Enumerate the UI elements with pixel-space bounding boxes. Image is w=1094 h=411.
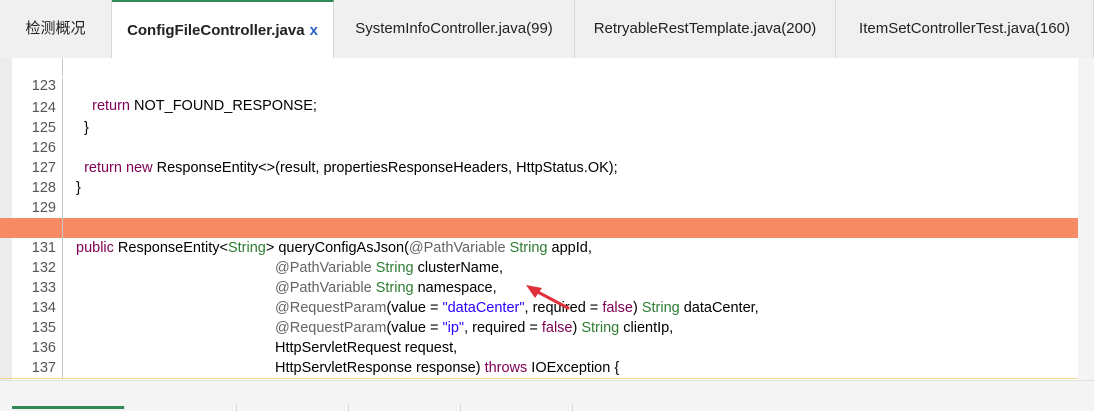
tab-label: RetryableRestTemplate.java(200) xyxy=(593,20,817,37)
vertical-scrollbar[interactable] xyxy=(1078,58,1094,380)
code-line[interactable]: 127 } xyxy=(0,138,1094,196)
tab-bar: 检测概况 ConfigFileController.java x SystemIn… xyxy=(0,0,1094,59)
code-line[interactable]: 123 return NOT_FOUND_RESPONSE; xyxy=(0,58,1094,114)
code-line[interactable]: 136 HttpServletResponse response) throws… xyxy=(0,318,1094,376)
tab-overview[interactable]: 检测概况 xyxy=(0,0,112,58)
bottom-tab[interactable] xyxy=(348,405,461,411)
code-line[interactable]: 130 public ResponseEntity<String> queryC… xyxy=(0,198,1094,256)
code-line[interactable]: 133 @RequestParam(value = "dataCenter", … xyxy=(0,258,1094,316)
code-line[interactable]: 126 return new ResponseEntity<>(result, … xyxy=(0,118,1094,176)
tab-label: SystemInfoController.java(99) xyxy=(355,20,553,37)
bottom-tab[interactable] xyxy=(236,405,349,411)
tab-label: ItemSetControllerTest.java(160) xyxy=(859,20,1070,37)
tab-configfilecontroller[interactable]: ConfigFileController.java x xyxy=(112,0,334,59)
tab-label: 检测概况 xyxy=(25,20,86,37)
bottom-tab-active[interactable] xyxy=(12,406,125,409)
arrow-annotation-icon xyxy=(526,285,570,310)
code-line-highlighted[interactable]: 131 @PathVariable String clusterName, xyxy=(0,218,1094,276)
tab-label: ConfigFileController.java xyxy=(127,22,305,39)
bottom-panel-tabs xyxy=(0,380,1094,411)
bottom-tab[interactable] xyxy=(124,405,237,411)
close-icon[interactable]: x xyxy=(310,22,318,39)
code-line[interactable]: 132 @PathVariable String namespace, xyxy=(0,238,1094,296)
code-line[interactable]: 137 xyxy=(0,338,1094,376)
code-line[interactable]: 125 xyxy=(0,98,1094,136)
code-line-current[interactable]: 138 String result = xyxy=(0,358,1094,379)
tab-systeminfocontroller[interactable]: SystemInfoController.java(99) xyxy=(334,0,575,58)
tab-itemsetcontrollertest[interactable]: ItemSetControllerTest.java(160) xyxy=(836,0,1094,58)
code-line[interactable]: 124 } xyxy=(0,78,1094,136)
tab-retryableresttemplate[interactable]: RetryableRestTemplate.java(200) xyxy=(575,0,836,58)
code-line[interactable]: 128 xyxy=(0,158,1094,196)
bottom-tab[interactable] xyxy=(460,405,573,411)
code-editor[interactable]: 123 return NOT_FOUND_RESPONSE; 124 } 125… xyxy=(0,58,1094,380)
code-line[interactable]: 129 @GetMapping(value = "/json/{appId}/{… xyxy=(0,178,1094,236)
